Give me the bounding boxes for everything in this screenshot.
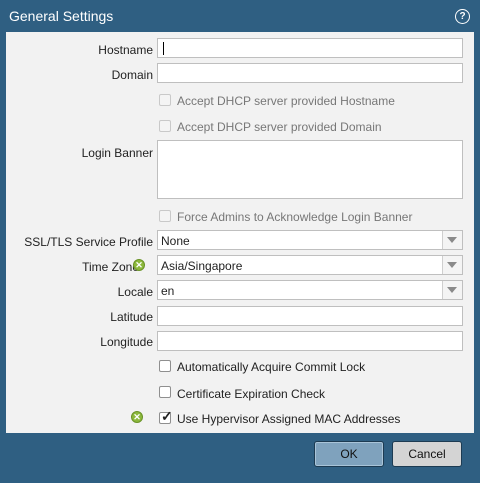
- locale-value: en: [161, 284, 175, 298]
- settings-panel: Hostname Domain Accept DHCP server provi…: [6, 32, 474, 433]
- cancel-button[interactable]: Cancel: [392, 441, 462, 467]
- domain-input[interactable]: [157, 63, 463, 83]
- ok-button[interactable]: OK: [314, 441, 384, 467]
- text-caret: [163, 42, 164, 55]
- domain-label: Domain: [111, 68, 153, 82]
- ssl-profile-select[interactable]: None: [157, 230, 463, 250]
- accept-dhcp-hostname-checkbox: [159, 94, 171, 106]
- hypervisor-mac-status-icon: ✕: [131, 411, 143, 423]
- ssl-profile-label: SSL/TLS Service Profile: [24, 235, 153, 249]
- longitude-input[interactable]: [157, 331, 463, 351]
- help-icon[interactable]: ?: [455, 9, 470, 24]
- hostname-label: Hostname: [98, 43, 153, 57]
- auto-commit-lock-label: Automatically Acquire Commit Lock: [177, 360, 366, 374]
- dialog-title: General Settings: [9, 8, 114, 24]
- cert-expiration-label: Certificate Expiration Check: [177, 387, 326, 401]
- auto-commit-lock-checkbox[interactable]: [159, 360, 171, 372]
- dialog-titlebar: General Settings ?: [0, 0, 480, 32]
- chevron-down-icon[interactable]: [442, 256, 462, 274]
- timezone-label: Time Zone: [82, 260, 139, 274]
- locale-label: Locale: [117, 285, 153, 299]
- longitude-label: Longitude: [100, 335, 153, 349]
- accept-dhcp-hostname-label: Accept DHCP server provided Hostname: [177, 94, 395, 108]
- hypervisor-mac-checkbox[interactable]: ✓: [159, 408, 173, 424]
- checkmark-icon: ✓: [161, 408, 173, 424]
- hostname-input[interactable]: [157, 38, 463, 58]
- timezone-value: Asia/Singapore: [161, 259, 243, 273]
- locale-select[interactable]: en: [157, 280, 463, 300]
- latitude-input[interactable]: [157, 306, 463, 326]
- cert-expiration-checkbox[interactable]: [159, 386, 171, 398]
- timezone-status-icon: ✕: [133, 259, 145, 271]
- login-banner-label: Login Banner: [81, 146, 153, 160]
- hypervisor-mac-label: Use Hypervisor Assigned MAC Addresses: [177, 412, 401, 426]
- timezone-select[interactable]: Asia/Singapore: [157, 255, 463, 275]
- chevron-down-icon[interactable]: [442, 231, 462, 249]
- login-banner-textarea[interactable]: [157, 140, 463, 199]
- force-ack-label: Force Admins to Acknowledge Login Banner: [177, 210, 413, 224]
- latitude-label: Latitude: [110, 310, 153, 324]
- force-ack-checkbox: [159, 210, 171, 222]
- chevron-down-icon[interactable]: [442, 281, 462, 299]
- accept-dhcp-domain-label: Accept DHCP server provided Domain: [177, 120, 382, 134]
- ssl-profile-value: None: [161, 234, 190, 248]
- accept-dhcp-domain-checkbox: [159, 120, 171, 132]
